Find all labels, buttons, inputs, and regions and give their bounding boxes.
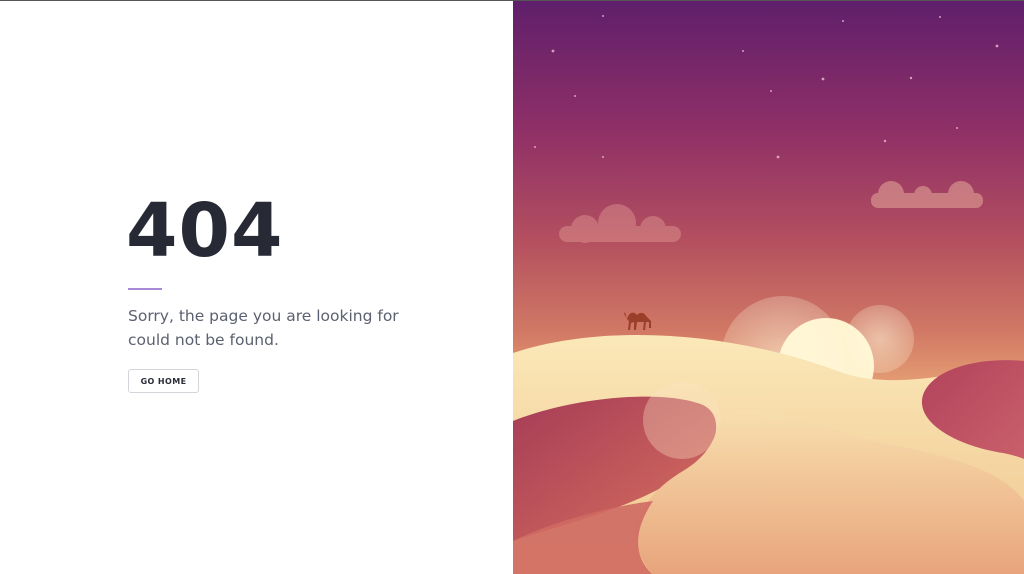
error-page: 404 Sorry, the page you are looking for … [0, 0, 1024, 574]
sun-glow-small [846, 305, 914, 373]
accent-divider [128, 288, 162, 290]
desert-illustration [513, 1, 1024, 574]
error-code: 404 [126, 188, 284, 274]
error-content-panel: 404 Sorry, the page you are looking for … [0, 1, 513, 574]
go-home-button[interactable]: GO HOME [128, 369, 199, 393]
error-message: Sorry, the page you are looking for coul… [128, 307, 399, 349]
